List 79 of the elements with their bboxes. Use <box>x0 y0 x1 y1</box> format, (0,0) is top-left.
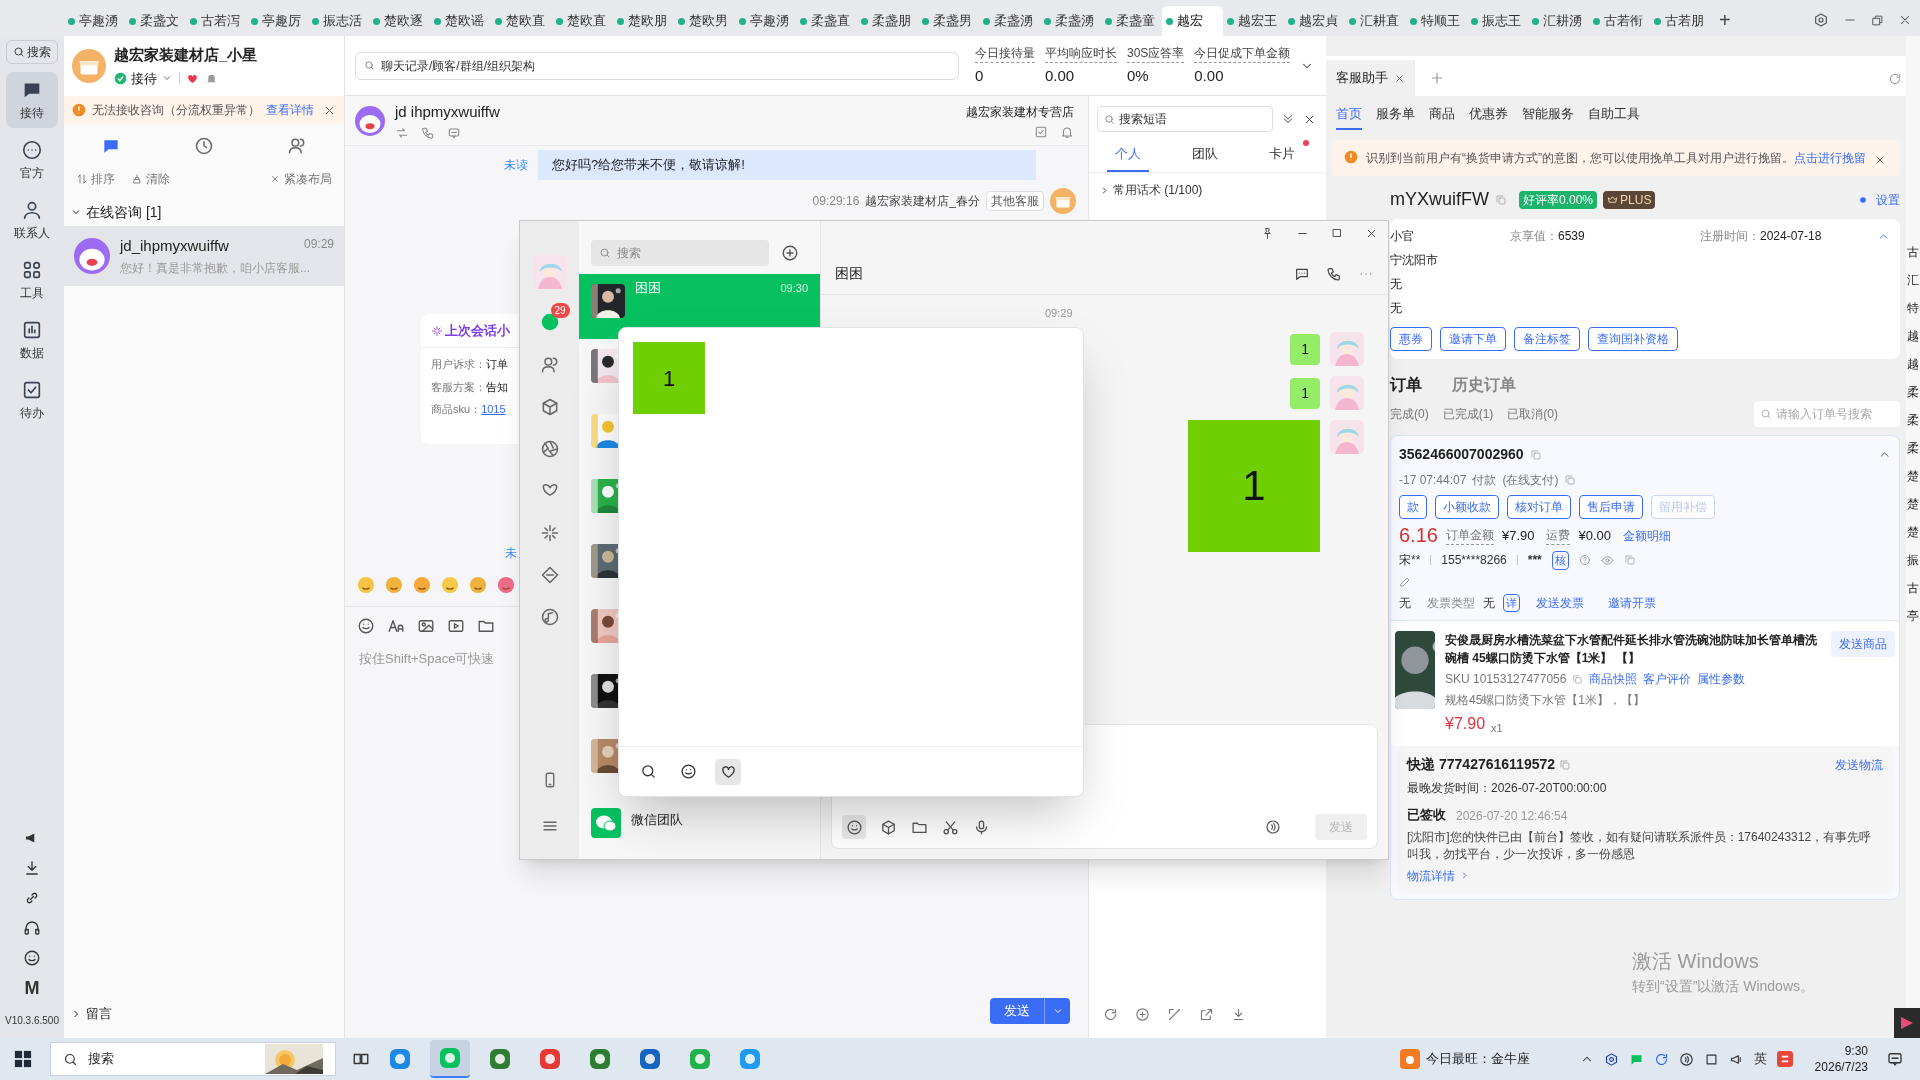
field-label: 客服方案： <box>431 379 486 395</box>
message-bubble: 1 <box>1290 333 1320 365</box>
unread-label: 未读 <box>504 157 528 174</box>
message-time: 09:29 <box>1045 306 1073 321</box>
tracking-number: 777427616119572 <box>1439 755 1556 774</box>
payment-time: -17 07:44:07 <box>1399 472 1467 489</box>
field-value: 2026-07-20T00:00:00 <box>1491 780 1607 797</box>
product-title: 安俊晟厨房水槽洗菜盆下水管配件延长排水管洗碗池防味加长管单槽洗碗槽 45螺口防烫下水管【1米】 【】 <box>1445 632 1818 667</box>
field-label: 最晚发货时间： <box>1407 780 1491 797</box>
stat-value: 0 <box>975 65 985 86</box>
agent-name: 越宏家装建材店_春分 <box>865 193 980 210</box>
shop-name: 越宏家装建材店_小星 <box>114 45 258 65</box>
rating-badge: 好评率0.00% <box>1519 190 1598 209</box>
stat-label: 今日接待量 <box>975 43 1035 63</box>
chat-name: 微信团队 <box>631 812 683 829</box>
stat-value: 0.00 <box>1194 65 1225 86</box>
agent-tag: 其他客服 <box>986 191 1044 211</box>
version-label: V10.3.6.500 <box>5 1014 59 1028</box>
customer-name: mYXwuifFW <box>1390 188 1489 211</box>
field-value: 小官 <box>1390 228 1414 245</box>
contact-name: jd_ihpmyxwuiffw <box>120 235 229 256</box>
field-value: 无 <box>1390 300 1402 317</box>
field-label: 发票类型 <box>1427 594 1475 612</box>
product-quantity: x1 <box>1491 720 1503 736</box>
field-value: 无 <box>1399 594 1411 612</box>
unread-badge: 29 <box>550 303 570 318</box>
payment-label: 付款 <box>1472 472 1497 489</box>
payment-method: (在线支付) <box>1502 472 1559 489</box>
chat-time: 09:30 <box>780 281 808 296</box>
field-label: 注册时间： <box>1700 228 1760 245</box>
field-value: 无 <box>1483 594 1495 612</box>
status-time: 2026-07-20 12:46:54 <box>1456 807 1568 825</box>
field-value: ¥7.90 <box>1501 526 1535 545</box>
product-spec: 规格45螺口防烫下水管【1米】，【】 <box>1445 692 1647 709</box>
plus-badge: PLUS <box>1603 190 1656 209</box>
message-bubble: 1 <box>1290 377 1320 409</box>
stat-label: 今日促成下单金额 <box>1194 43 1291 63</box>
field-value: 告知 <box>486 379 508 395</box>
alert-text: 识别到当前用户有“换货申请方式”的意图，您可以使用挽单工具对用户进行挽留。点击进行挽留 <box>1366 150 1866 167</box>
field-label: 商品sku： <box>431 402 482 417</box>
field-label: 京享值： <box>1510 228 1558 245</box>
field-label: 用户诉求： <box>431 357 486 372</box>
stat-value: 0% <box>1127 65 1150 86</box>
field-value: 宁沈阳市 <box>1390 252 1438 269</box>
buyer-name: 宋** <box>1399 552 1421 570</box>
message-time: 09:29:16 <box>812 193 860 210</box>
field-value: 2024-07-18 <box>1760 228 1822 245</box>
sticker-image: 1 <box>1188 419 1320 552</box>
product-sku: SKU 10153127477056 <box>1445 671 1567 688</box>
message-bubble: 您好吗?给您带来不便，敬请谅解! <box>538 150 1036 180</box>
carrier-name: 快递 <box>1407 755 1435 774</box>
field-value: ¥0.00 <box>1578 526 1612 545</box>
customer-name: jd ihpmyxwuiffw <box>395 102 500 123</box>
field-value: 订单 <box>486 357 508 372</box>
delivery-detail: [沈阳市]您的快件已由【前台】签收，如有疑问请联系派件员：17640243312，有事先呼叫我，勿找平台，少一次投诉，多一份感恩 <box>1407 828 1873 863</box>
action-button: 留用补偿 <box>1651 495 1715 519</box>
stat-value: 0.00 <box>1045 65 1076 86</box>
chat-title: 困困 <box>835 264 863 283</box>
message-time: 09:29 <box>303 235 334 253</box>
message-preview: 您好！真是非常抱歉，咱小店客服... <box>120 260 311 278</box>
warning-text: 无法接收咨询（分流权重异常） <box>92 102 260 119</box>
delivery-status: 已签收 <box>1407 806 1446 824</box>
paid-amount: 6.16 <box>1399 525 1438 545</box>
buyer-phone: 155****8266 <box>1441 552 1507 570</box>
unread-label: 未 <box>505 545 517 562</box>
activation-subtitle: 转到“设置”以激活 Windows。 <box>1632 977 1814 996</box>
product-price: ¥7.90 <box>1445 714 1486 734</box>
summary-title: 上次会话小 <box>445 321 510 340</box>
order-number: 3562466007002960 <box>1399 445 1524 464</box>
activation-title: 激活 Windows <box>1632 949 1760 974</box>
chat-name: 困困 <box>635 280 661 297</box>
stat-label: 平均响应时长 <box>1045 43 1117 63</box>
field-label: 订单金额 <box>1445 526 1494 545</box>
shop-name: 越宏家装建材专营店 <box>966 103 1074 121</box>
field-value: 无 <box>1390 276 1402 293</box>
buyer-address: *** <box>1527 552 1542 570</box>
stat-label: 30S应答率 <box>1127 43 1185 63</box>
field-label: 运费 <box>1546 526 1571 545</box>
field-value: 6539 <box>1558 228 1585 245</box>
